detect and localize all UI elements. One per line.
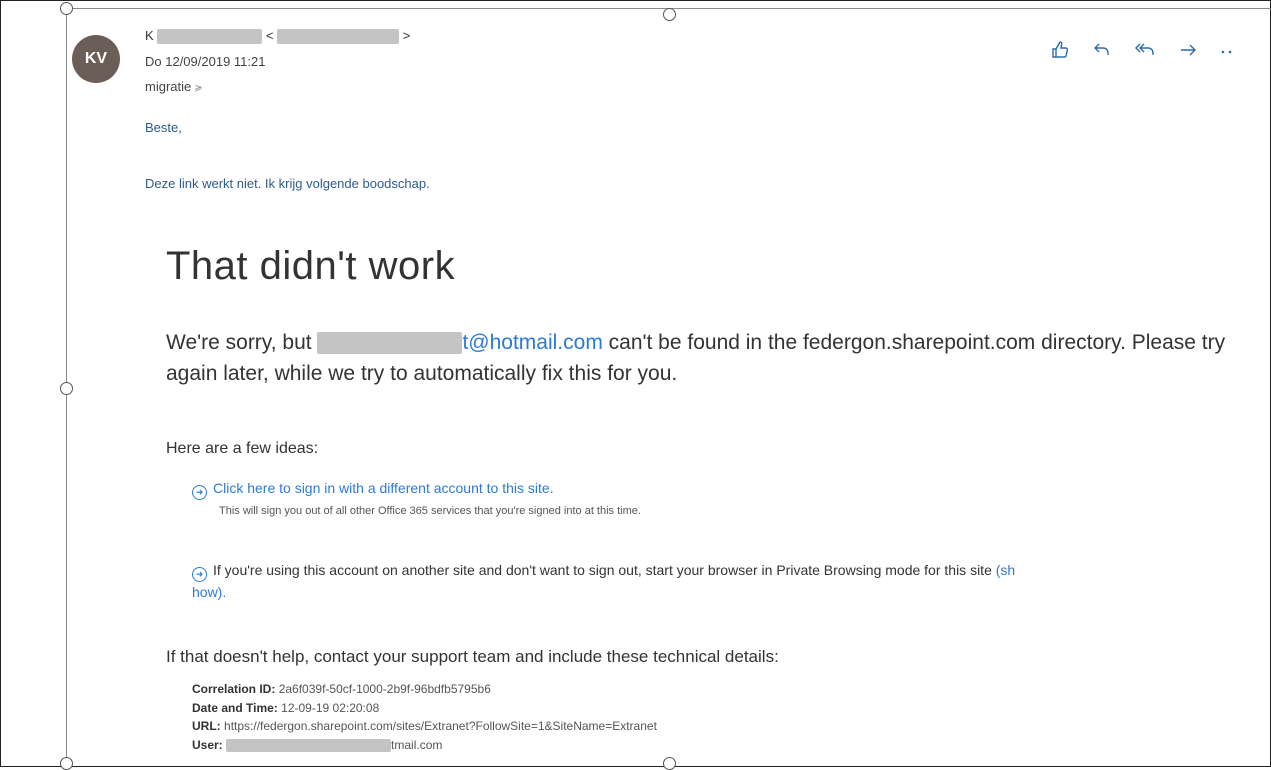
idea2-text: If you're using this account on another … [213, 562, 996, 578]
sender-bracket-open: < [265, 28, 274, 43]
show-how-link-part1[interactable]: (sh [996, 562, 1015, 578]
user-email-suffix: t@hotmail.com [462, 331, 603, 354]
email-greeting: Beste, [145, 120, 182, 135]
redacted-sender-email [277, 29, 400, 45]
forward-icon[interactable] [1178, 40, 1198, 65]
idea1-note: This will sign you out of all other Offi… [219, 505, 641, 517]
arrow-circle-icon: ➜ [192, 485, 207, 500]
email-actions-toolbar [1050, 40, 1234, 65]
date-time-value: 12-09-19 02:20:08 [281, 700, 380, 715]
resize-handle-top-left[interactable] [60, 2, 73, 15]
user-row: User: tmail.com [192, 737, 443, 752]
correlation-id-row: Correlation ID: 2a6f039f-50cf-1000-2b9f-… [192, 682, 491, 696]
idea-sign-in-different: ➜ Click here to sign in with a different … [192, 480, 641, 517]
reply-icon[interactable] [1092, 40, 1112, 65]
avatar: KV [72, 35, 120, 83]
date-time-row: Date and Time: 12-09-19 02:20:08 [192, 700, 380, 715]
redacted-user-email [317, 332, 463, 355]
reply-all-icon[interactable] [1134, 40, 1156, 65]
email-subject[interactable]: migratie ≽ [145, 79, 203, 94]
sorry-prefix: We're sorry, but [166, 331, 318, 354]
redacted-sender-name [157, 29, 263, 45]
url-value: https://federgon.sharepoint.com/sites/Ex… [224, 719, 657, 733]
resize-handle-middle-left[interactable] [60, 382, 73, 395]
more-icon[interactable] [1220, 40, 1234, 65]
correlation-id-value: 2a6f039f-50cf-1000-2b9f-96bdfb5795b6 [278, 682, 491, 696]
sign-in-different-account-link[interactable]: Click here to sign in with a different a… [213, 480, 554, 496]
sender-name-prefix: K [145, 28, 154, 43]
ideas-heading: Here are a few ideas: [166, 440, 319, 457]
subject-text: migratie [145, 79, 192, 94]
chevron-down-icon[interactable]: ≽ [194, 83, 202, 94]
user-value-suffix: tmail.com [391, 737, 443, 752]
error-title: That didn't work [166, 244, 456, 288]
idea-private-browsing: ➜ If you're using this account on another… [192, 560, 1271, 602]
email-message: Deze link werkt niet. Ik krijg volgende … [145, 176, 430, 191]
email-date: Do 12/09/2019 11:21 [145, 54, 266, 69]
arrow-circle-icon: ➜ [192, 566, 207, 582]
resize-handle-top-middle[interactable] [663, 8, 676, 21]
url-row: URL: https://federgon.sharepoint.com/sit… [192, 719, 657, 733]
resize-handle-bottom-middle[interactable] [663, 757, 676, 770]
help-text: If that doesn't help, contact your suppo… [166, 647, 779, 666]
resize-handle-bottom-left[interactable] [60, 757, 73, 770]
sender-line: K < > [145, 28, 411, 45]
technical-details: Correlation ID: 2a6f039f-50cf-1000-2b9f-… [192, 680, 657, 754]
error-description: We're sorry, but t@hotmail.com can't be … [166, 327, 1256, 389]
redacted-user [226, 738, 392, 752]
like-icon[interactable] [1050, 40, 1070, 65]
show-how-link-part2[interactable]: how). [192, 584, 226, 600]
sender-bracket-close: > [402, 28, 411, 43]
